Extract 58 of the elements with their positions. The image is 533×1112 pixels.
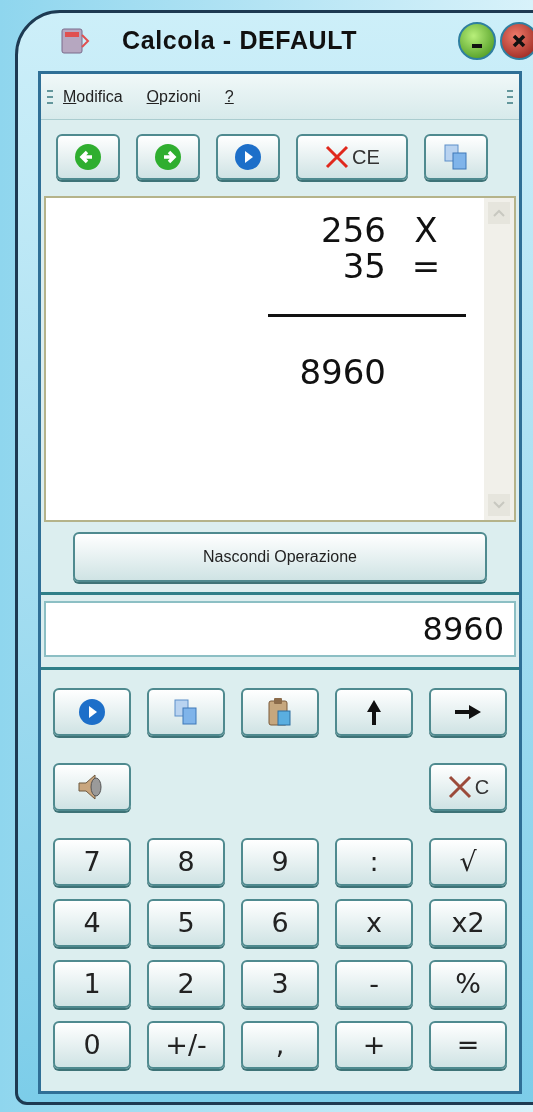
key[interactable]: 3 <box>241 960 319 1008</box>
operand: 256 <box>321 212 386 248</box>
key[interactable]: 4 <box>53 899 131 947</box>
clear-button[interactable]: C <box>429 763 507 811</box>
key[interactable]: = <box>429 1021 507 1069</box>
minimize-button[interactable] <box>458 21 496 60</box>
copy-icon <box>173 698 199 726</box>
key[interactable]: 7 <box>53 838 131 886</box>
key[interactable]: 2 <box>147 960 225 1008</box>
play-button[interactable] <box>216 134 280 180</box>
right-arrow-icon <box>453 704 483 720</box>
up-button[interactable] <box>335 688 413 736</box>
window-title: Calcola - DEFAULT <box>122 24 359 56</box>
key[interactable]: 6 <box>241 899 319 947</box>
key[interactable]: 0 <box>53 1021 131 1069</box>
key[interactable]: +/- <box>147 1021 225 1069</box>
copy-icon <box>443 143 469 171</box>
paste-button[interactable] <box>241 688 319 736</box>
key[interactable]: 8 <box>147 838 225 886</box>
operator: = <box>410 248 442 284</box>
menu-item[interactable]: ? <box>224 84 234 109</box>
back-button[interactable] <box>56 134 120 180</box>
cross-icon <box>324 144 351 170</box>
key[interactable]: √ <box>429 838 507 886</box>
sound-button[interactable] <box>53 763 131 811</box>
menu-item[interactable]: Opzioni <box>146 84 201 109</box>
right-button[interactable] <box>429 688 507 736</box>
up-arrow-icon <box>366 698 382 726</box>
close-icon <box>512 33 526 48</box>
key[interactable]: : <box>335 838 413 886</box>
copy-button[interactable] <box>424 134 488 180</box>
hide-operation-button[interactable]: Nascondi Operazione <box>73 532 487 582</box>
grip-icon <box>47 88 53 105</box>
key[interactable]: - <box>335 960 413 1008</box>
close-button[interactable] <box>500 21 533 60</box>
key[interactable]: x <box>335 899 413 947</box>
key[interactable]: 1 <box>53 960 131 1008</box>
copy-button[interactable] <box>147 688 225 736</box>
play-icon <box>234 143 262 171</box>
key[interactable]: , <box>241 1021 319 1069</box>
menu-item[interactable]: Modifica <box>63 84 123 109</box>
play-icon <box>78 698 106 726</box>
forward-button[interactable] <box>136 134 200 180</box>
key[interactable]: + <box>335 1021 413 1069</box>
cross-icon <box>446 774 473 800</box>
clipboard-icon <box>267 697 293 727</box>
key[interactable]: % <box>429 960 507 1008</box>
operator: X <box>413 212 439 248</box>
grip-icon <box>507 88 513 105</box>
key[interactable]: x2 <box>429 899 507 947</box>
clear-entry-button[interactable]: CE <box>296 134 408 180</box>
input-field[interactable]: 8960 <box>44 601 516 657</box>
result: 8960 <box>299 351 386 394</box>
play-button[interactable] <box>53 688 131 736</box>
minimize-icon <box>472 43 482 48</box>
key[interactable]: 5 <box>147 899 225 947</box>
key[interactable]: 9 <box>241 838 319 886</box>
operand: 35 <box>342 248 386 284</box>
